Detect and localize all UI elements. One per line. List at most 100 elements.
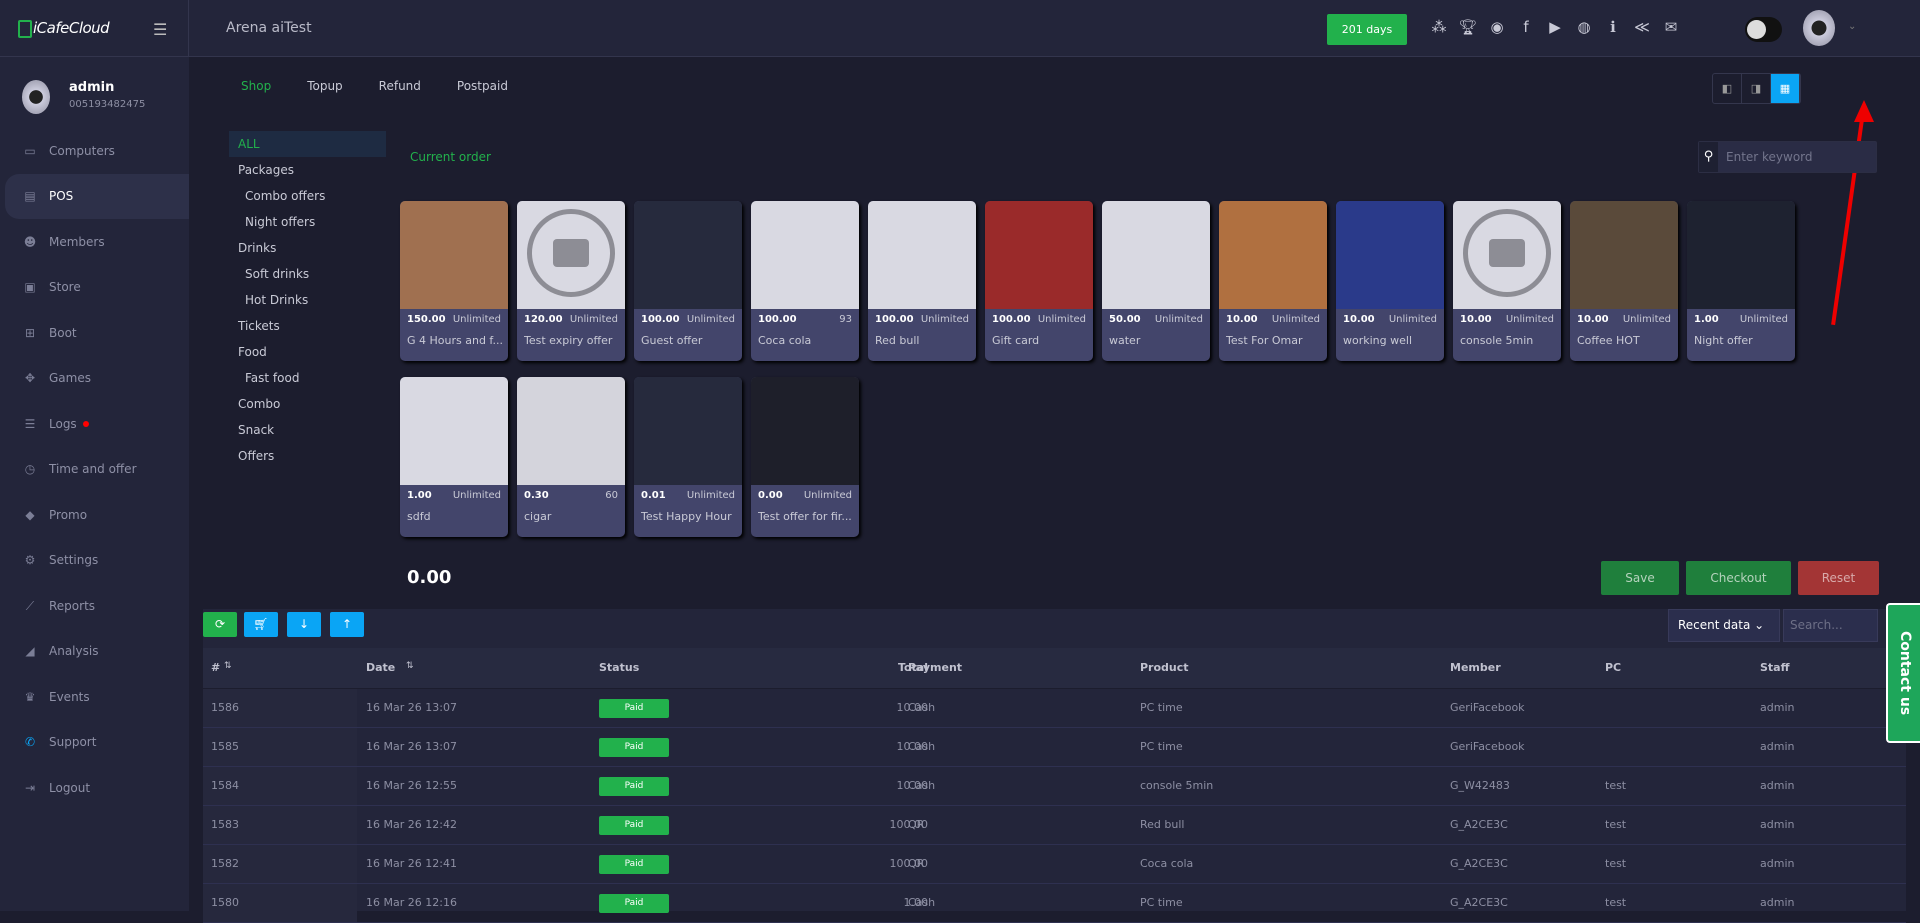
mail-icon[interactable]: ✉ xyxy=(1661,16,1681,38)
sidebar-item-promo[interactable]: ◆ Promo xyxy=(0,492,189,538)
table-row[interactable]: 1585 16 Mar 26 13:07 Paid 10.00 Cash PC time G… xyxy=(203,728,1906,767)
leaderboard-icon[interactable]: ⁂ xyxy=(1429,16,1449,38)
column-header-member[interactable]: Member xyxy=(1450,661,1501,674)
category-all[interactable]: ALL xyxy=(229,131,386,157)
cart-icon[interactable]: 🛒︎ xyxy=(244,612,278,637)
table-search-input[interactable]: Search... xyxy=(1783,609,1878,642)
icafe-icon[interactable]: ℹ xyxy=(1603,16,1623,38)
product-card[interactable]: 100.00 Unlimited Gift card xyxy=(985,201,1093,361)
globe-icon[interactable]: ◍ xyxy=(1574,16,1594,38)
sidebar-item-members[interactable]: ☻ Members xyxy=(0,219,189,265)
cell-member: G_A2CE3C xyxy=(1450,896,1508,909)
product-card[interactable]: 50.00 Unlimited water xyxy=(1102,201,1210,361)
recent-data-select[interactable]: Recent data ⌄ xyxy=(1668,609,1780,642)
column-header-date[interactable]: Date xyxy=(366,661,395,674)
category-night-offers[interactable]: Night offers xyxy=(229,209,386,235)
table-row[interactable]: 1582 16 Mar 26 12:41 Paid 100.00 QR Coca cola… xyxy=(203,845,1906,884)
product-card[interactable]: 10.00 Unlimited working well xyxy=(1336,201,1444,361)
category-food[interactable]: Food xyxy=(229,339,386,365)
sidebar-item-computers[interactable]: ▭ Computers xyxy=(0,128,189,174)
category-snack[interactable]: Snack xyxy=(229,417,386,443)
youtube-icon[interactable]: ▶ xyxy=(1545,16,1565,38)
chevron-down-icon[interactable]: ⌄ xyxy=(1848,21,1856,32)
product-card[interactable]: 0.30 60 cigar xyxy=(517,377,625,537)
search-input[interactable] xyxy=(1718,142,1876,172)
column-header-payment[interactable]: Payment xyxy=(908,661,962,674)
license-days-badge[interactable]: 201 days xyxy=(1327,14,1407,45)
column-header-id[interactable]: # xyxy=(211,661,220,674)
sidebar-item-boot[interactable]: ⊞ Boot xyxy=(0,310,189,356)
facebook-icon[interactable]: f xyxy=(1516,16,1536,38)
table-row[interactable]: 1583 16 Mar 26 12:42 Paid 100.00 QR Red bull G… xyxy=(203,806,1906,845)
product-card[interactable]: 120.00 Unlimited Test expiry offer xyxy=(517,201,625,361)
product-card[interactable]: 1.00 Unlimited Night offer xyxy=(1687,201,1795,361)
sidebar-item-analysis[interactable]: ◢ Analysis xyxy=(0,629,189,675)
tab-postpaid[interactable]: Postpaid xyxy=(457,79,508,93)
sidebar-item-logs[interactable]: ☰ Logs xyxy=(0,401,189,447)
sidebar-item-reports[interactable]: ⟋ Reports xyxy=(0,583,189,629)
category-offers[interactable]: Offers xyxy=(229,443,386,469)
product-card[interactable]: 100.00 Unlimited Red bull xyxy=(868,201,976,361)
tab-refund[interactable]: Refund xyxy=(379,79,421,93)
column-header-staff[interactable]: Staff xyxy=(1760,661,1790,674)
rss-icon[interactable]: ◉ xyxy=(1487,16,1507,38)
arrow-up-icon[interactable]: ↑ xyxy=(330,612,364,637)
category-hot-drinks[interactable]: Hot Drinks xyxy=(229,287,386,313)
product-name: console 5min xyxy=(1460,334,1534,347)
category-soft-drinks[interactable]: Soft drinks xyxy=(229,261,386,287)
sort-icon[interactable]: ⇅ xyxy=(406,661,414,671)
sidebar-item-games[interactable]: ✥ Games xyxy=(0,356,189,402)
product-card[interactable]: 100.00 93 Coca cola xyxy=(751,201,859,361)
tab-shop[interactable]: Shop xyxy=(241,79,271,93)
product-card[interactable]: 10.00 Unlimited Coffee HOT xyxy=(1570,201,1678,361)
column-header-pc[interactable]: PC xyxy=(1605,661,1621,674)
sidebar-item-logout[interactable]: ⇥ Logout xyxy=(0,765,189,811)
partner-icon[interactable]: ≪ xyxy=(1632,16,1652,38)
save-button[interactable]: Save xyxy=(1601,561,1679,595)
category-packages[interactable]: Packages xyxy=(229,157,386,183)
sort-icon[interactable]: ⇅ xyxy=(224,661,232,671)
product-name: working well xyxy=(1343,334,1413,347)
sidebar-item-settings[interactable]: ⚙ Settings xyxy=(0,538,189,584)
sidebar-item-pos[interactable]: ▤ POS xyxy=(5,173,189,219)
reset-button[interactable]: Reset xyxy=(1798,561,1879,595)
layout-left-icon[interactable]: ◧ xyxy=(1713,74,1742,103)
sidebar-item-support[interactable]: ✆ Support xyxy=(0,720,189,766)
cell-date: 16 Mar 26 12:16 xyxy=(366,896,457,909)
sidebar-item-store[interactable]: ▣ Store xyxy=(0,265,189,311)
table-row[interactable]: 1580 16 Mar 26 12:16 Paid 1.00 Cash PC time G_… xyxy=(203,884,1906,923)
category-drinks[interactable]: Drinks xyxy=(229,235,386,261)
column-header-status[interactable]: Status xyxy=(599,661,639,674)
table-row[interactable]: 1584 16 Mar 26 12:55 Paid 10.00 Cash console … xyxy=(203,767,1906,806)
category-combo[interactable]: Combo xyxy=(229,391,386,417)
sidebar-item-label: Promo xyxy=(49,507,88,522)
layout-right-icon[interactable]: ◨ xyxy=(1742,74,1771,103)
product-card[interactable]: 150.00 Unlimited G 4 Hours and f... xyxy=(400,201,508,361)
refresh-icon[interactable]: ⟳ xyxy=(203,612,237,637)
arrow-down-icon[interactable]: ↓ xyxy=(287,612,321,637)
current-order-label[interactable]: Current order xyxy=(410,150,491,164)
sidebar-item-time-and-offer[interactable]: ◷ Time and offer xyxy=(0,447,189,493)
table-row[interactable]: 1586 16 Mar 26 13:07 Paid 10.00 Cash PC time G… xyxy=(203,689,1906,728)
product-card[interactable]: 0.00 Unlimited Test offer for fir... xyxy=(751,377,859,537)
product-card[interactable]: 0.01 Unlimited Test Happy Hour xyxy=(634,377,742,537)
checkout-button[interactable]: Checkout xyxy=(1686,561,1791,595)
category-tickets[interactable]: Tickets xyxy=(229,313,386,339)
theme-toggle[interactable] xyxy=(1745,17,1782,42)
product-stock: Unlimited xyxy=(1154,314,1203,325)
product-card[interactable]: 10.00 Unlimited Test For Omar xyxy=(1219,201,1327,361)
tab-topup[interactable]: Topup xyxy=(307,79,342,93)
category-fast-food[interactable]: Fast food xyxy=(229,365,386,391)
sidebar-item-events[interactable]: ♛ Events xyxy=(0,674,189,720)
product-card[interactable]: 1.00 Unlimited sdfd xyxy=(400,377,508,537)
logo[interactable]: iCafeCloud ☰ xyxy=(0,0,189,57)
product-card[interactable]: 100.00 Unlimited Guest offer xyxy=(634,201,742,361)
menu-toggle-icon[interactable]: ☰ xyxy=(153,20,167,39)
grid-layout-icon[interactable]: ▦ xyxy=(1771,74,1800,103)
contact-us-button[interactable]: Contact us xyxy=(1886,603,1920,743)
trophy-icon[interactable]: 🏆︎ xyxy=(1458,16,1478,38)
header-avatar[interactable] xyxy=(1803,10,1835,46)
product-card[interactable]: 10.00 Unlimited console 5min xyxy=(1453,201,1561,361)
column-header-product[interactable]: Product xyxy=(1140,661,1189,674)
category-combo-offers[interactable]: Combo offers xyxy=(229,183,386,209)
